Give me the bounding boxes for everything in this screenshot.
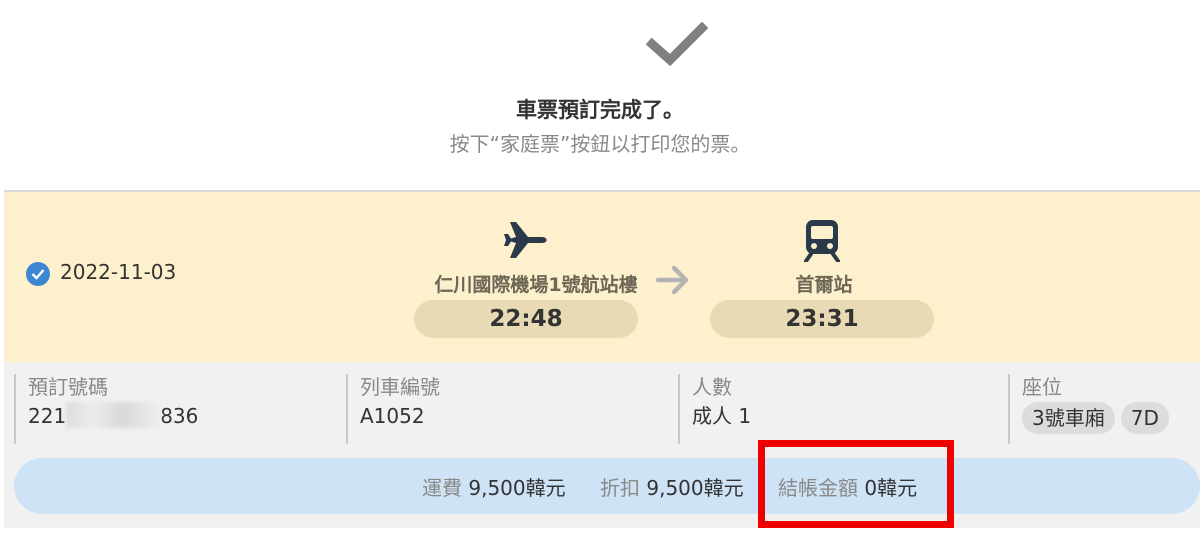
seat-column: 座位 3號車廂 7D [1008, 374, 1198, 444]
fare-value: 9,500韓元 [468, 476, 566, 500]
arrival-time: 23:31 [710, 300, 934, 338]
arrival-station: 首爾站 [795, 274, 853, 296]
seat-badges: 3號車廂 7D [1022, 402, 1198, 434]
booking-number-prefix: 221 [28, 404, 67, 428]
car-badge: 3號車廂 [1022, 402, 1115, 434]
train-number-label: 列車編號 [360, 375, 440, 399]
passengers-column: 人數 成人 1 [678, 374, 998, 444]
check-circle-icon [26, 262, 50, 286]
seat-badge: 7D [1120, 402, 1169, 434]
discount-item: 折扣 9,500韓元 [600, 472, 744, 501]
discount-label: 折扣 [600, 476, 640, 500]
train-icon [804, 220, 840, 262]
booking-number-value: 221 836 [28, 400, 334, 432]
ticket-details: 預訂號碼 221 836 列車編號 A1052 人數 成人 1 座位 3號車廂 7… [4, 362, 1200, 528]
booking-number-suffix: 836 [160, 404, 199, 428]
booking-number-column: 預訂號碼 221 836 [14, 374, 334, 444]
travel-date: 2022-11-03 [60, 260, 177, 284]
fare-summary-bar: 運費 9,500韓元 折扣 9,500韓元 結帳金額 0韓元 [14, 458, 1200, 514]
departure-time: 22:48 [414, 300, 638, 338]
highlight-annotation-box [758, 440, 954, 528]
page-title: 車票預訂完成了。 [516, 98, 684, 122]
passengers-label: 人數 [692, 375, 732, 399]
booking-number-label: 預訂號碼 [28, 375, 108, 399]
arrow-right-icon [656, 265, 689, 295]
seat-label: 座位 [1022, 375, 1062, 399]
discount-value: 9,500韓元 [646, 476, 744, 500]
passengers-value: 成人 1 [692, 404, 752, 428]
checkmark-icon [646, 22, 708, 66]
journey-section: 2022-11-03 仁川國際機場1號航站樓 22:48 首爾站 23:31 [4, 192, 1200, 362]
fare-label: 運費 [422, 476, 462, 500]
departure-station: 仁川國際機場1號航站樓 [434, 274, 638, 296]
airplane-icon [504, 222, 547, 258]
redacted-digits [66, 402, 161, 428]
train-number-value: A1052 [360, 404, 425, 428]
fare-item: 運費 9,500韓元 [422, 472, 566, 501]
ticket-card: 2022-11-03 仁川國際機場1號航站樓 22:48 首爾站 23:31 預… [4, 190, 1200, 528]
page-subtitle: 按下“家庭票”按鈕以打印您的票。 [449, 132, 751, 156]
train-number-column: 列車編號 A1052 [346, 374, 666, 444]
